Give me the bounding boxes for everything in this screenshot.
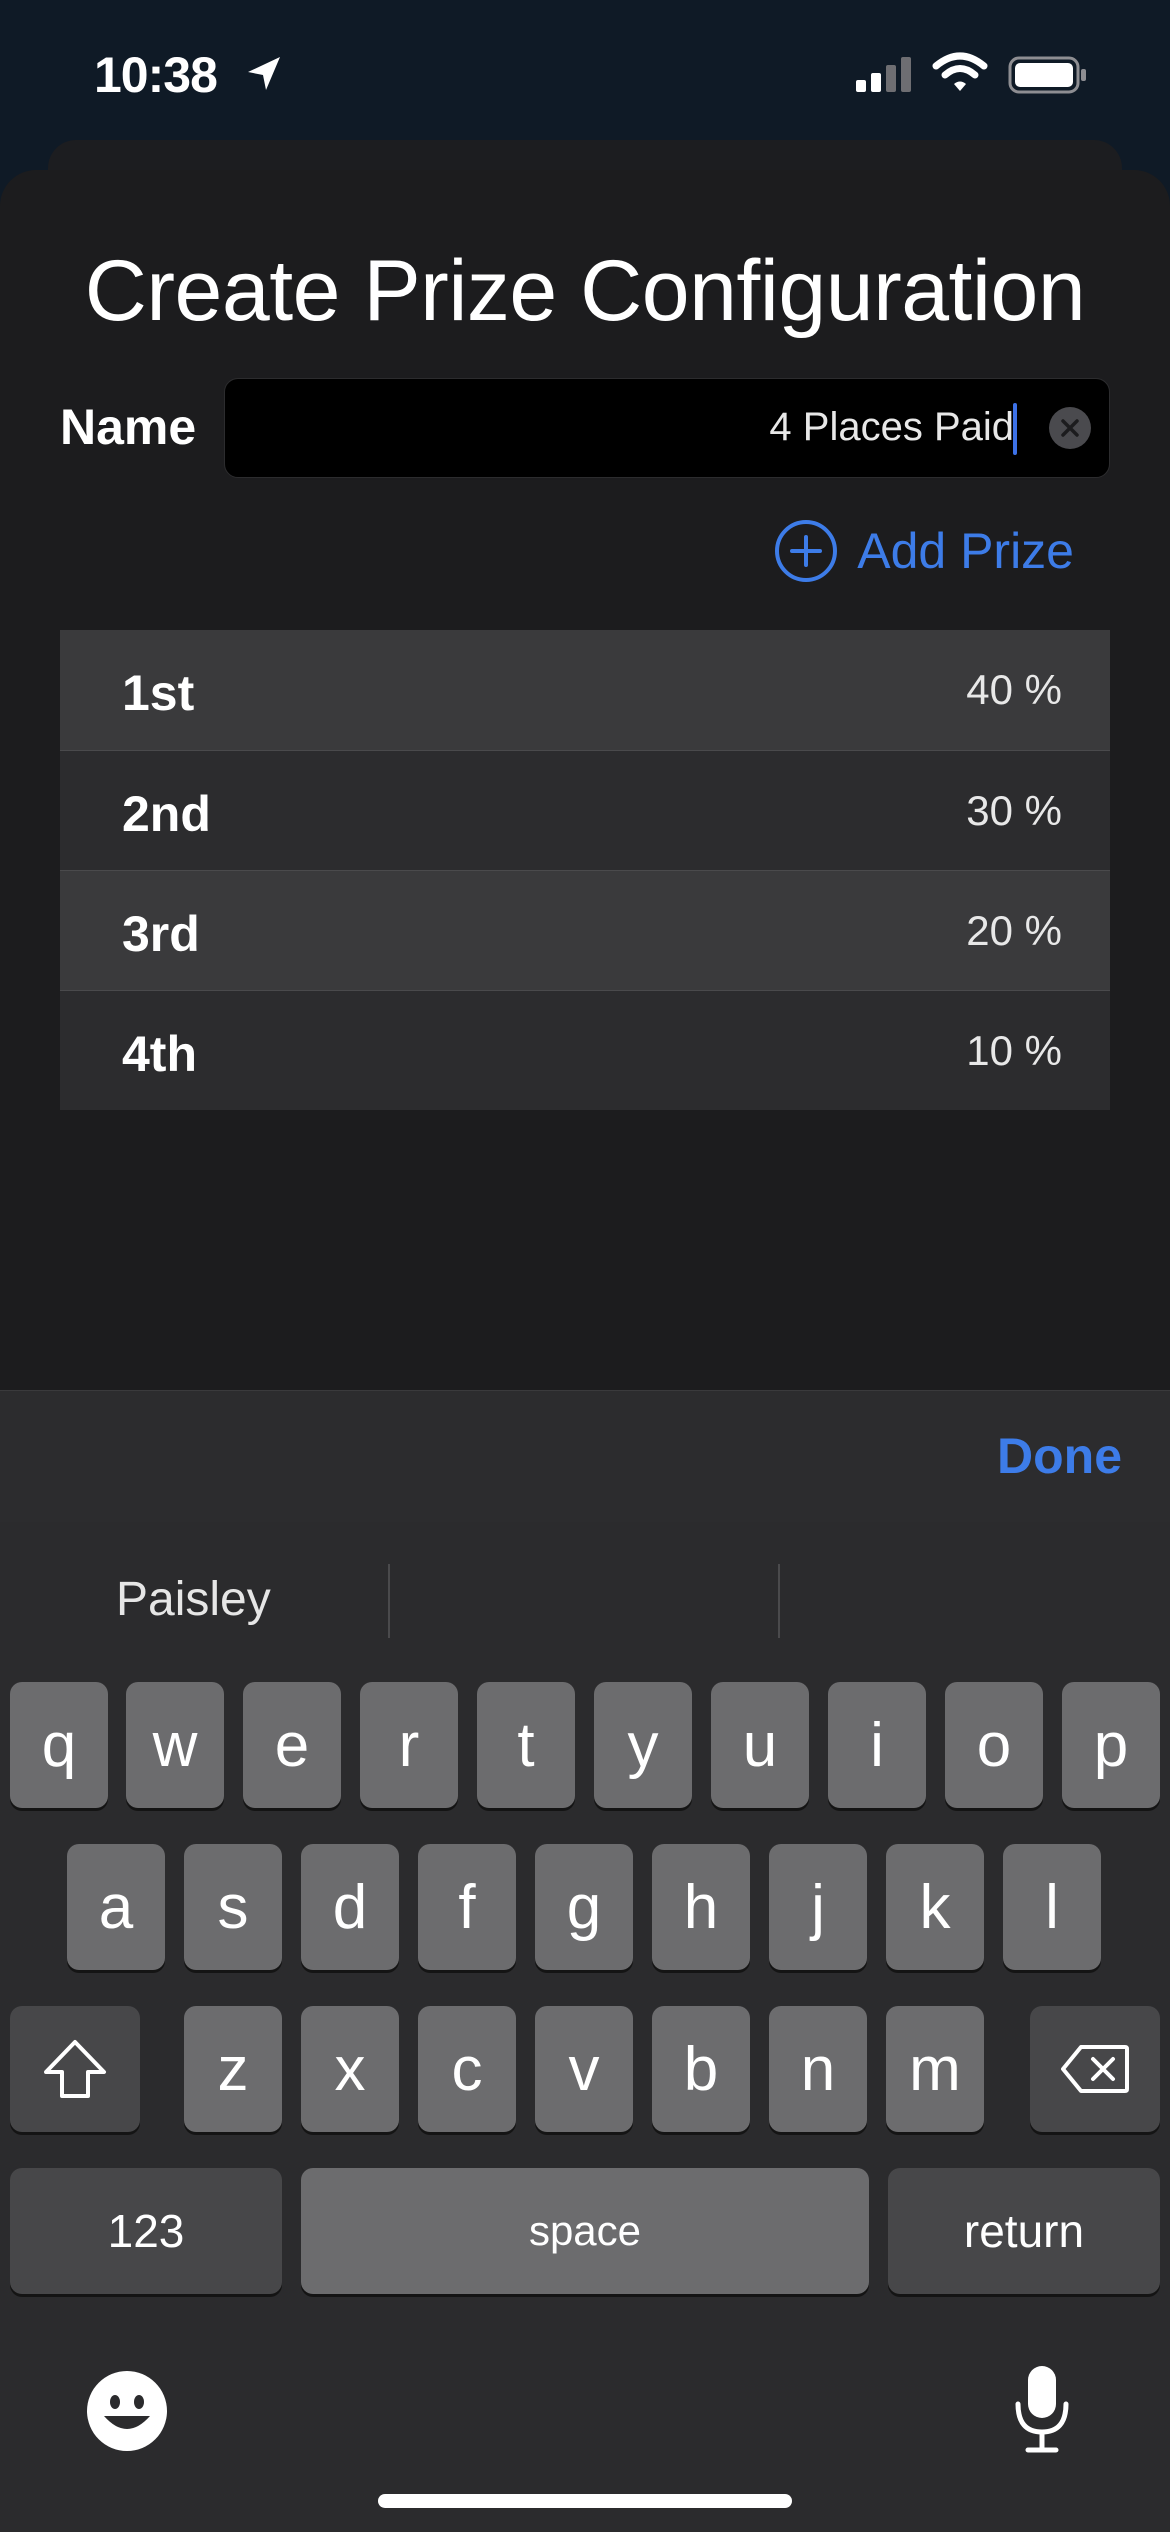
keyboard-toolbar: Done xyxy=(0,1390,1170,1523)
key-w[interactable]: w xyxy=(126,1682,224,1808)
key-n[interactable]: n xyxy=(769,2006,867,2132)
key-j[interactable]: j xyxy=(769,1844,867,1970)
location-arrow-icon xyxy=(244,54,284,99)
key-y[interactable]: y xyxy=(594,1682,692,1808)
name-input-value: 4 Places Paid xyxy=(769,405,1014,449)
key-t[interactable]: t xyxy=(477,1682,575,1808)
key-x[interactable]: x xyxy=(301,2006,399,2132)
key-m[interactable]: m xyxy=(886,2006,984,2132)
page-title: Create Prize Configuration xyxy=(84,243,1086,339)
suggestion-divider xyxy=(388,1564,390,1638)
key-a[interactable]: a xyxy=(67,1844,165,1970)
key-d[interactable]: d xyxy=(301,1844,399,1970)
done-button[interactable]: Done xyxy=(997,1427,1122,1485)
prize-row[interactable]: 4th 10 % xyxy=(60,990,1110,1110)
microphone-icon xyxy=(1015,2366,1069,2453)
key-q[interactable]: q xyxy=(10,1682,108,1808)
shift-key[interactable] xyxy=(10,2006,140,2132)
dictation-button[interactable] xyxy=(1012,2364,1072,2459)
space-key[interactable]: space xyxy=(301,2168,869,2294)
emoji-button[interactable] xyxy=(86,2370,168,2457)
status-time: 10:38 xyxy=(94,47,218,103)
battery-icon xyxy=(1008,56,1088,99)
return-key[interactable]: return xyxy=(888,2168,1160,2294)
add-prize-button[interactable]: Add Prize xyxy=(773,518,1074,584)
key-g[interactable]: g xyxy=(535,1844,633,1970)
key-b[interactable]: b xyxy=(652,2006,750,2132)
prize-place: 1st xyxy=(122,665,195,721)
key-p[interactable]: p xyxy=(1062,1682,1160,1808)
suggestion-divider xyxy=(778,1564,780,1638)
wifi-icon xyxy=(932,52,988,99)
close-icon xyxy=(1061,419,1079,437)
key-i[interactable]: i xyxy=(828,1682,926,1808)
prize-row[interactable]: 1st 40 % xyxy=(60,630,1110,750)
suggestion-1[interactable]: Paisley xyxy=(116,1572,271,1627)
clear-text-button[interactable] xyxy=(1049,407,1091,449)
prize-percent: 10 % xyxy=(966,1027,1062,1074)
name-input[interactable]: 4 Places Paid xyxy=(224,378,1110,478)
prize-place: 4th xyxy=(122,1026,197,1082)
home-indicator[interactable] xyxy=(378,2494,792,2508)
text-cursor xyxy=(1013,403,1017,455)
numbers-key[interactable]: 123 xyxy=(10,2168,282,2294)
backspace-icon xyxy=(1061,2045,1129,2093)
key-r[interactable]: r xyxy=(360,1682,458,1808)
key-v[interactable]: v xyxy=(535,2006,633,2132)
emoji-icon xyxy=(87,2371,167,2451)
prize-row[interactable]: 3rd 20 % xyxy=(60,870,1110,990)
key-u[interactable]: u xyxy=(711,1682,809,1808)
key-z[interactable]: z xyxy=(184,2006,282,2132)
prize-place: 2nd xyxy=(122,786,211,842)
prize-list: 1st 40 % 2nd 30 % 3rd 20 % 4th 10 % xyxy=(60,630,1110,1110)
key-o[interactable]: o xyxy=(945,1682,1043,1808)
key-f[interactable]: f xyxy=(418,1844,516,1970)
status-bar: 10:38 xyxy=(0,0,1170,150)
key-s[interactable]: s xyxy=(184,1844,282,1970)
key-l[interactable]: l xyxy=(1003,1844,1101,1970)
shift-arrow-icon xyxy=(44,2040,106,2098)
prize-percent: 40 % xyxy=(966,666,1062,713)
delete-key[interactable] xyxy=(1030,2006,1160,2132)
plus-circle-icon xyxy=(775,520,838,582)
key-h[interactable]: h xyxy=(652,1844,750,1970)
prize-percent: 20 % xyxy=(966,907,1062,954)
key-c[interactable]: c xyxy=(418,2006,516,2132)
key-e[interactable]: e xyxy=(243,1682,341,1808)
cellular-signal-icon xyxy=(856,56,916,97)
prize-percent: 30 % xyxy=(966,787,1062,834)
keyboard: Paisley q w e r t y u i o p a s d f g h … xyxy=(0,1522,1170,2532)
name-label: Name xyxy=(60,399,197,455)
prize-row[interactable]: 2nd 30 % xyxy=(60,750,1110,870)
prize-place: 3rd xyxy=(122,906,200,962)
key-k[interactable]: k xyxy=(886,1844,984,1970)
add-prize-label: Add Prize xyxy=(857,523,1074,579)
